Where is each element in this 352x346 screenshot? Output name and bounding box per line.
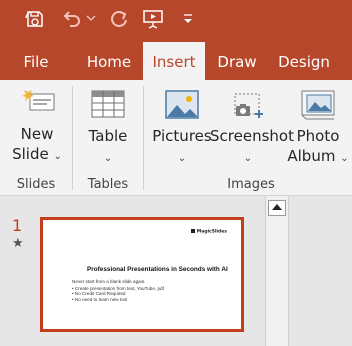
table-dropdown: ⌄ (80, 146, 136, 169)
tab-draw[interactable]: Draw (210, 42, 264, 80)
present-from-beginning-icon[interactable] (142, 8, 166, 34)
table-icon (90, 90, 126, 126)
customize-toolbar-icon[interactable] (182, 12, 194, 31)
tab-file[interactable]: File (10, 42, 62, 80)
tab-home[interactable]: Home (80, 42, 138, 80)
vertical-scrollbar[interactable] (265, 196, 289, 346)
tab-design[interactable]: Design (272, 42, 336, 80)
slide-bullet: No need to learn new tool (72, 297, 164, 302)
group-separator (72, 86, 73, 190)
new-slide-label-line2: Slide ⌄ (12, 145, 62, 163)
slide-number: 1 (12, 216, 23, 235)
screenshot-dropdown: ⌄ (210, 146, 286, 169)
animation-star-icon: ★ (12, 236, 24, 251)
redo-icon[interactable] (108, 8, 130, 34)
group-separator (143, 86, 144, 190)
new-slide-icon (17, 88, 57, 124)
pictures-label: Pictures (152, 127, 212, 145)
slide-thumbnail-pane: 1 ★ MagicSlides Professional Presentatio… (0, 196, 352, 346)
undo-icon[interactable] (60, 8, 82, 34)
chevron-down-icon: ⌄ (177, 153, 187, 164)
screenshot-icon (229, 93, 267, 126)
new-slide-button[interactable]: New Slide ⌄ (6, 86, 68, 167)
group-label-tables: Tables (87, 177, 129, 192)
group-label-slides: Slides (16, 177, 56, 192)
title-bar (0, 0, 352, 42)
undo-dropdown-chevron-icon[interactable] (86, 10, 96, 29)
table-button[interactable]: Table ⌄ (80, 88, 136, 169)
group-label-images: Images (227, 177, 275, 192)
chevron-down-icon: ⌄ (103, 153, 113, 164)
slide-brand-logo: MagicSlides (191, 229, 227, 235)
tab-insert[interactable]: Insert (143, 42, 205, 80)
ribbon-tabs: File Home Insert Draw Design (0, 42, 352, 80)
table-label: Table (88, 127, 128, 145)
scrollbar-thumb[interactable] (270, 220, 284, 340)
ribbon: New Slide ⌄ Slides Table ⌄ Tables Pictur (0, 80, 352, 196)
photo-album-button[interactable]: Photo Album ⌄ (286, 88, 350, 169)
pictures-icon (163, 90, 201, 126)
photo-album-icon (298, 90, 338, 126)
scroll-up-arrow-icon[interactable] (268, 200, 286, 216)
chevron-down-icon: ⌄ (340, 153, 349, 164)
pictures-dropdown: ⌄ (152, 146, 212, 169)
chevron-down-icon: ⌄ (243, 153, 253, 164)
photo-album-label-line2: Album ⌄ (287, 147, 349, 165)
slide-subtitle: Never start from a blank slide again. (72, 279, 146, 284)
chevron-down-icon: ⌄ (53, 151, 62, 162)
slide-title: Professional Presentations in Seconds wi… (87, 266, 228, 273)
autosave-icon[interactable] (24, 8, 46, 34)
slide-thumbnail[interactable]: MagicSlides Professional Presentations i… (40, 217, 244, 332)
slide-bullet-list: Create presentation from text, YouTube, … (72, 286, 164, 302)
screenshot-button[interactable]: Screenshot ⌄ (210, 88, 294, 169)
photo-album-label-line1: Photo (296, 127, 340, 145)
pictures-button[interactable]: Pictures ⌄ (152, 88, 212, 169)
new-slide-label-line1: New (20, 125, 54, 143)
screenshot-label: Screenshot (210, 127, 294, 145)
